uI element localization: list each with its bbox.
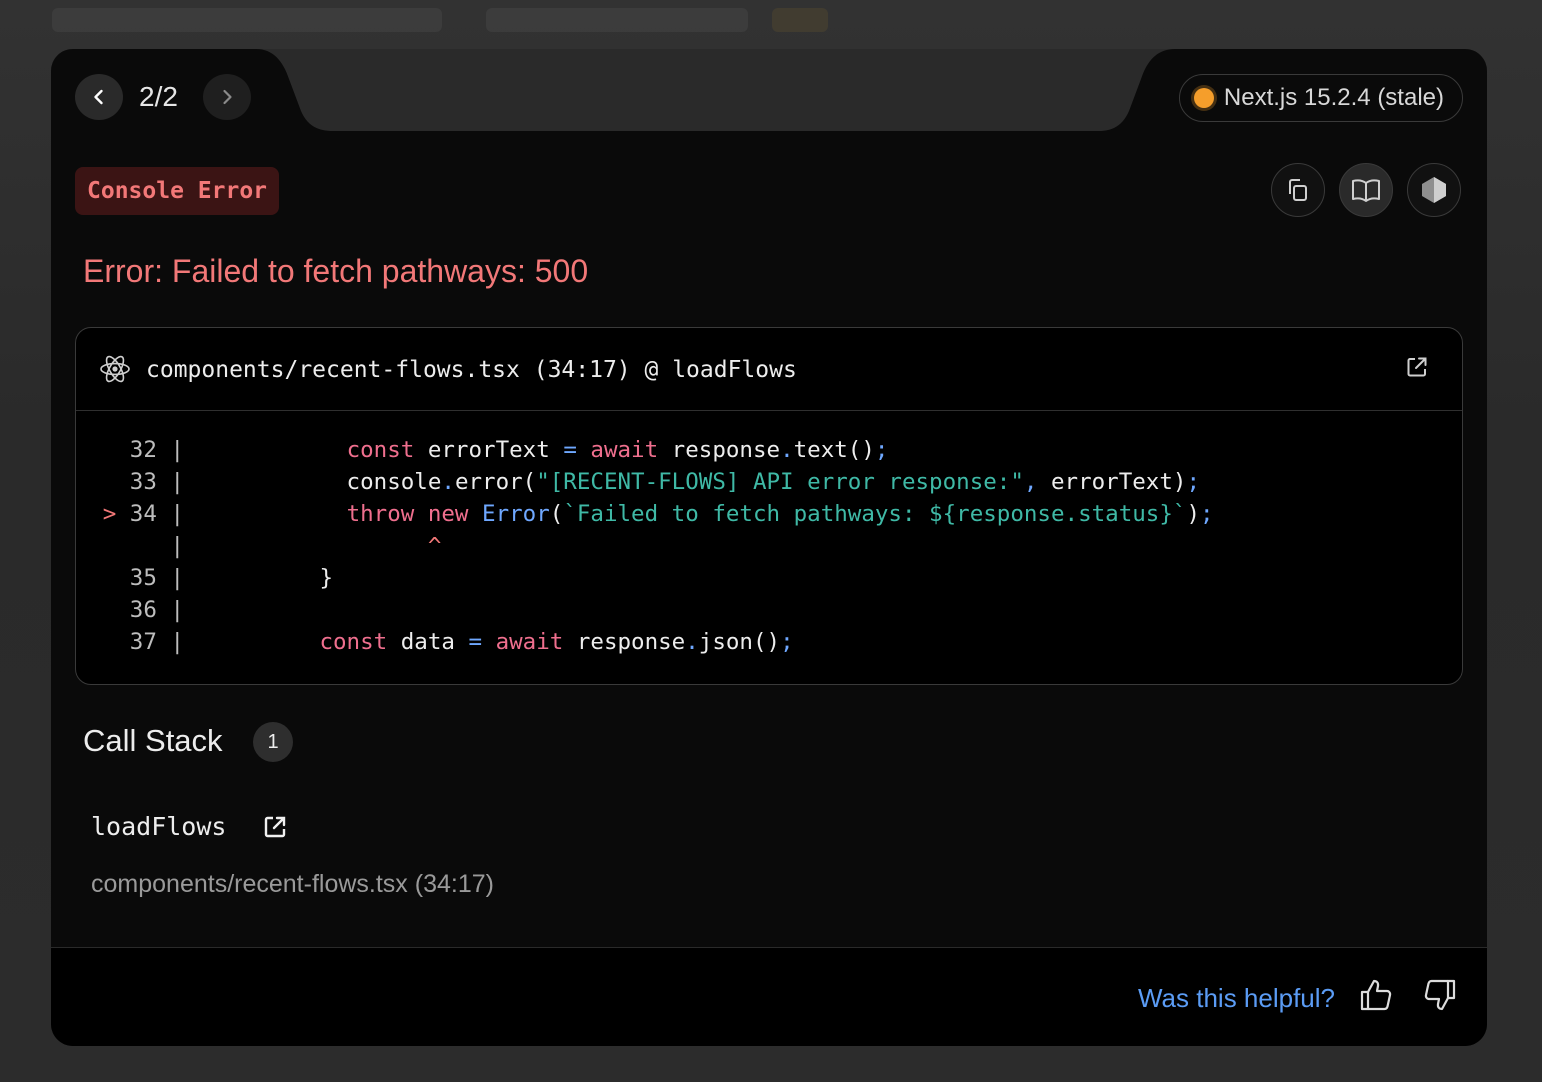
code-line: 33 | console.error("[RECENT-FLOWS] API e… bbox=[76, 466, 1462, 498]
code-token: data bbox=[387, 629, 469, 655]
code-token: ) bbox=[1186, 501, 1200, 527]
code-line: 36 | bbox=[76, 594, 1462, 626]
error-message: Error: Failed to fetch pathways: 500 bbox=[83, 253, 589, 289]
code-line: 37 | const data = await response.json(); bbox=[76, 626, 1462, 658]
code-token: await bbox=[495, 629, 564, 655]
code-line: > 34 | throw new Error(`Failed to fetch … bbox=[76, 498, 1462, 530]
code-token: errorText) bbox=[1037, 469, 1187, 495]
external-link-icon bbox=[1407, 357, 1427, 377]
previous-error-button[interactable] bbox=[75, 74, 123, 120]
line-gutter: 32 | bbox=[102, 437, 184, 463]
code-token: ; bbox=[1186, 469, 1200, 495]
code-token: ; bbox=[780, 629, 794, 655]
stack-frame-open-button[interactable] bbox=[263, 815, 287, 844]
code-token: json() bbox=[698, 629, 781, 655]
backdrop-bar bbox=[486, 8, 748, 32]
dialog-footer: Was this helpful? bbox=[51, 947, 1487, 1046]
line-gutter: 36 | bbox=[102, 597, 184, 623]
code-frame: components/recent-flows.tsx (34:17) @ lo… bbox=[75, 327, 1463, 685]
code-token: } bbox=[211, 565, 334, 591]
react-icon bbox=[100, 355, 130, 383]
code-token: throw bbox=[346, 501, 415, 527]
error-type-badge: Console Error bbox=[75, 167, 280, 215]
code-token: . bbox=[441, 469, 455, 495]
version-label: Next.js 15.2.4 (stale) bbox=[1223, 84, 1444, 111]
line-gutter: > 34 | bbox=[102, 501, 184, 527]
external-link-icon bbox=[264, 816, 286, 838]
code-line: | ^ bbox=[76, 530, 1462, 562]
code-token: errorText bbox=[414, 437, 564, 463]
copy-icon bbox=[1289, 179, 1307, 201]
feedback-prompt: Was this helpful? bbox=[1137, 983, 1335, 1013]
code-line: 35 | } bbox=[76, 562, 1462, 594]
code-lines: 32 | const errorText = await response.te… bbox=[76, 434, 1462, 658]
dialog-header: 2/2 Next.js 15.2.4 (stale) bbox=[51, 49, 1487, 149]
code-token: . bbox=[685, 629, 699, 655]
code-token: error( bbox=[454, 469, 537, 495]
code-token: const bbox=[346, 437, 415, 463]
backdrop-bar bbox=[772, 8, 828, 32]
call-stack-title: Call Stack bbox=[83, 723, 223, 758]
line-gutter: | bbox=[102, 533, 184, 559]
version-status-pill[interactable]: Next.js 15.2.4 (stale) bbox=[1178, 74, 1463, 122]
backdrop-bar bbox=[52, 8, 442, 32]
chevron-right-icon bbox=[223, 89, 232, 105]
code-token: ; bbox=[1199, 501, 1214, 527]
code-token: , bbox=[1023, 469, 1038, 495]
code-token: ^ bbox=[427, 533, 442, 559]
code-token: response bbox=[563, 629, 686, 655]
code-frame-header: components/recent-flows.tsx (34:17) @ lo… bbox=[76, 328, 1462, 411]
open-in-editor-button[interactable] bbox=[1406, 356, 1428, 383]
code-token: = bbox=[563, 437, 577, 463]
line-gutter: 35 | bbox=[102, 565, 184, 591]
node-inspector-button[interactable] bbox=[1407, 163, 1461, 217]
thumbs-down-icon bbox=[1424, 979, 1456, 1011]
docs-button[interactable] bbox=[1339, 163, 1393, 217]
code-token: await bbox=[590, 437, 659, 463]
next-error-button[interactable] bbox=[203, 74, 251, 120]
code-token: text() bbox=[793, 437, 875, 463]
line-gutter: 37 | bbox=[102, 629, 184, 655]
stack-frame-function: loadFlows bbox=[91, 812, 227, 841]
chevron-left-icon bbox=[94, 89, 103, 105]
error-counter: 2/2 bbox=[139, 81, 178, 112]
code-token: Error bbox=[482, 501, 550, 527]
code-token: console bbox=[211, 469, 442, 495]
code-token: response bbox=[658, 437, 781, 463]
code-token: new bbox=[427, 501, 469, 527]
code-token: ; bbox=[874, 437, 889, 463]
code-token: "[RECENT-FLOWS] API error response:" bbox=[536, 469, 1024, 495]
stale-status-dot bbox=[1193, 88, 1214, 108]
error-overlay-dialog: 2/2 Next.js 15.2.4 (stale) Console Error… bbox=[51, 49, 1487, 1046]
thumbs-up-icon bbox=[1360, 979, 1392, 1011]
code-line: 32 | const errorText = await response.te… bbox=[76, 434, 1462, 466]
copy-error-button[interactable] bbox=[1271, 163, 1325, 217]
stack-frame-file: components/recent-flows.tsx (34:17) bbox=[91, 870, 494, 898]
thumbs-up-button[interactable] bbox=[1359, 978, 1393, 1017]
code-token: . bbox=[780, 437, 794, 463]
code-token: = bbox=[468, 629, 483, 655]
code-token: `Failed to fetch pathways: ${response.st… bbox=[563, 501, 1187, 527]
code-frame-file-ref: components/recent-flows.tsx (34:17) @ lo… bbox=[146, 357, 797, 383]
nodejs-icon bbox=[1422, 177, 1446, 203]
book-icon bbox=[1352, 179, 1380, 202]
thumbs-down-button[interactable] bbox=[1423, 978, 1457, 1017]
call-stack-count: 1 bbox=[253, 722, 293, 762]
code-token: const bbox=[319, 629, 388, 655]
code-token: ( bbox=[549, 501, 564, 527]
line-gutter: 33 | bbox=[102, 469, 184, 495]
